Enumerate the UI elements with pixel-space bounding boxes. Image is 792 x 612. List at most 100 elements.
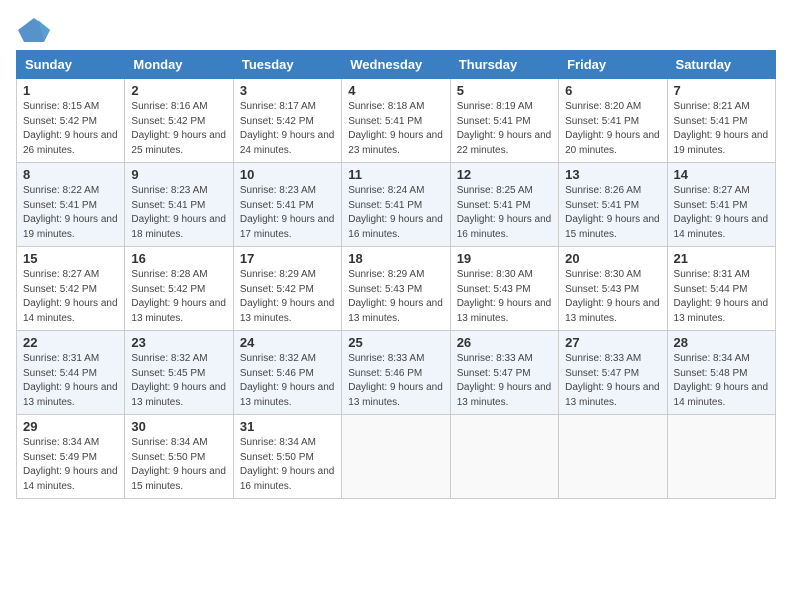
day-cell-19: 19 Sunrise: 8:30 AM Sunset: 5:43 PM Dayl… [450,247,558,331]
day-info: Sunrise: 8:25 AM Sunset: 5:41 PM Dayligh… [457,184,552,242]
day-info: Sunrise: 8:30 AM Sunset: 5:43 PM Dayligh… [565,268,660,326]
day-cell-17: 17 Sunrise: 8:29 AM Sunset: 5:42 PM Dayl… [233,247,341,331]
day-info: Sunrise: 8:19 AM Sunset: 5:41 PM Dayligh… [457,100,552,158]
day-number: 13 [565,167,660,182]
day-number: 24 [240,335,335,350]
day-info: Sunrise: 8:22 AM Sunset: 5:41 PM Dayligh… [23,184,118,242]
day-number: 15 [23,251,118,266]
day-cell-23: 23 Sunrise: 8:32 AM Sunset: 5:45 PM Dayl… [125,331,233,415]
day-number: 2 [131,83,226,98]
day-number: 18 [348,251,443,266]
empty-cell-4-6 [667,415,775,499]
day-cell-1: 1 Sunrise: 8:15 AM Sunset: 5:42 PM Dayli… [17,79,125,163]
empty-cell-4-3 [342,415,450,499]
day-number: 30 [131,419,226,434]
day-cell-9: 9 Sunrise: 8:23 AM Sunset: 5:41 PM Dayli… [125,163,233,247]
weekday-header-wednesday: Wednesday [342,51,450,79]
day-number: 4 [348,83,443,98]
day-number: 25 [348,335,443,350]
day-cell-13: 13 Sunrise: 8:26 AM Sunset: 5:41 PM Dayl… [559,163,667,247]
day-info: Sunrise: 8:26 AM Sunset: 5:41 PM Dayligh… [565,184,660,242]
day-number: 9 [131,167,226,182]
day-cell-16: 16 Sunrise: 8:28 AM Sunset: 5:42 PM Dayl… [125,247,233,331]
week-row-4: 22 Sunrise: 8:31 AM Sunset: 5:44 PM Dayl… [17,331,776,415]
day-info: Sunrise: 8:15 AM Sunset: 5:42 PM Dayligh… [23,100,118,158]
day-cell-26: 26 Sunrise: 8:33 AM Sunset: 5:47 PM Dayl… [450,331,558,415]
day-number: 26 [457,335,552,350]
day-info: Sunrise: 8:31 AM Sunset: 5:44 PM Dayligh… [674,268,769,326]
weekday-header-monday: Monday [125,51,233,79]
day-info: Sunrise: 8:31 AM Sunset: 5:44 PM Dayligh… [23,352,118,410]
empty-cell-4-4 [450,415,558,499]
day-number: 14 [674,167,769,182]
weekday-header-row: SundayMondayTuesdayWednesdayThursdayFrid… [17,51,776,79]
day-info: Sunrise: 8:34 AM Sunset: 5:49 PM Dayligh… [23,436,118,494]
day-number: 27 [565,335,660,350]
day-cell-4: 4 Sunrise: 8:18 AM Sunset: 5:41 PM Dayli… [342,79,450,163]
day-cell-31: 31 Sunrise: 8:34 AM Sunset: 5:50 PM Dayl… [233,415,341,499]
day-info: Sunrise: 8:21 AM Sunset: 5:41 PM Dayligh… [674,100,769,158]
day-info: Sunrise: 8:27 AM Sunset: 5:42 PM Dayligh… [23,268,118,326]
day-info: Sunrise: 8:29 AM Sunset: 5:43 PM Dayligh… [348,268,443,326]
day-cell-20: 20 Sunrise: 8:30 AM Sunset: 5:43 PM Dayl… [559,247,667,331]
empty-cell-4-5 [559,415,667,499]
weekday-header-saturday: Saturday [667,51,775,79]
day-number: 5 [457,83,552,98]
day-info: Sunrise: 8:33 AM Sunset: 5:47 PM Dayligh… [457,352,552,410]
weekday-header-sunday: Sunday [17,51,125,79]
day-number: 17 [240,251,335,266]
day-number: 6 [565,83,660,98]
day-info: Sunrise: 8:32 AM Sunset: 5:45 PM Dayligh… [131,352,226,410]
day-number: 8 [23,167,118,182]
logo-icon [16,16,52,44]
day-info: Sunrise: 8:27 AM Sunset: 5:41 PM Dayligh… [674,184,769,242]
day-info: Sunrise: 8:20 AM Sunset: 5:41 PM Dayligh… [565,100,660,158]
day-number: 7 [674,83,769,98]
day-number: 28 [674,335,769,350]
day-number: 3 [240,83,335,98]
weekday-header-tuesday: Tuesday [233,51,341,79]
weekday-header-friday: Friday [559,51,667,79]
day-info: Sunrise: 8:18 AM Sunset: 5:41 PM Dayligh… [348,100,443,158]
day-info: Sunrise: 8:28 AM Sunset: 5:42 PM Dayligh… [131,268,226,326]
day-info: Sunrise: 8:34 AM Sunset: 5:48 PM Dayligh… [674,352,769,410]
day-cell-27: 27 Sunrise: 8:33 AM Sunset: 5:47 PM Dayl… [559,331,667,415]
day-cell-18: 18 Sunrise: 8:29 AM Sunset: 5:43 PM Dayl… [342,247,450,331]
day-cell-25: 25 Sunrise: 8:33 AM Sunset: 5:46 PM Dayl… [342,331,450,415]
day-cell-8: 8 Sunrise: 8:22 AM Sunset: 5:41 PM Dayli… [17,163,125,247]
day-info: Sunrise: 8:24 AM Sunset: 5:41 PM Dayligh… [348,184,443,242]
day-info: Sunrise: 8:17 AM Sunset: 5:42 PM Dayligh… [240,100,335,158]
day-info: Sunrise: 8:34 AM Sunset: 5:50 PM Dayligh… [240,436,335,494]
day-number: 19 [457,251,552,266]
day-number: 31 [240,419,335,434]
day-cell-10: 10 Sunrise: 8:23 AM Sunset: 5:41 PM Dayl… [233,163,341,247]
week-row-1: 1 Sunrise: 8:15 AM Sunset: 5:42 PM Dayli… [17,79,776,163]
day-cell-11: 11 Sunrise: 8:24 AM Sunset: 5:41 PM Dayl… [342,163,450,247]
day-cell-15: 15 Sunrise: 8:27 AM Sunset: 5:42 PM Dayl… [17,247,125,331]
day-cell-21: 21 Sunrise: 8:31 AM Sunset: 5:44 PM Dayl… [667,247,775,331]
week-row-2: 8 Sunrise: 8:22 AM Sunset: 5:41 PM Dayli… [17,163,776,247]
day-info: Sunrise: 8:34 AM Sunset: 5:50 PM Dayligh… [131,436,226,494]
day-info: Sunrise: 8:32 AM Sunset: 5:46 PM Dayligh… [240,352,335,410]
day-cell-30: 30 Sunrise: 8:34 AM Sunset: 5:50 PM Dayl… [125,415,233,499]
day-info: Sunrise: 8:29 AM Sunset: 5:42 PM Dayligh… [240,268,335,326]
day-info: Sunrise: 8:30 AM Sunset: 5:43 PM Dayligh… [457,268,552,326]
day-cell-5: 5 Sunrise: 8:19 AM Sunset: 5:41 PM Dayli… [450,79,558,163]
day-info: Sunrise: 8:23 AM Sunset: 5:41 PM Dayligh… [131,184,226,242]
week-row-5: 29 Sunrise: 8:34 AM Sunset: 5:49 PM Dayl… [17,415,776,499]
day-number: 23 [131,335,226,350]
day-cell-12: 12 Sunrise: 8:25 AM Sunset: 5:41 PM Dayl… [450,163,558,247]
header [16,16,776,44]
calendar-table: SundayMondayTuesdayWednesdayThursdayFrid… [16,50,776,499]
day-cell-24: 24 Sunrise: 8:32 AM Sunset: 5:46 PM Dayl… [233,331,341,415]
day-cell-14: 14 Sunrise: 8:27 AM Sunset: 5:41 PM Dayl… [667,163,775,247]
day-cell-28: 28 Sunrise: 8:34 AM Sunset: 5:48 PM Dayl… [667,331,775,415]
day-info: Sunrise: 8:33 AM Sunset: 5:47 PM Dayligh… [565,352,660,410]
day-cell-29: 29 Sunrise: 8:34 AM Sunset: 5:49 PM Dayl… [17,415,125,499]
week-row-3: 15 Sunrise: 8:27 AM Sunset: 5:42 PM Dayl… [17,247,776,331]
day-info: Sunrise: 8:33 AM Sunset: 5:46 PM Dayligh… [348,352,443,410]
day-number: 16 [131,251,226,266]
day-number: 21 [674,251,769,266]
day-cell-22: 22 Sunrise: 8:31 AM Sunset: 5:44 PM Dayl… [17,331,125,415]
day-info: Sunrise: 8:23 AM Sunset: 5:41 PM Dayligh… [240,184,335,242]
